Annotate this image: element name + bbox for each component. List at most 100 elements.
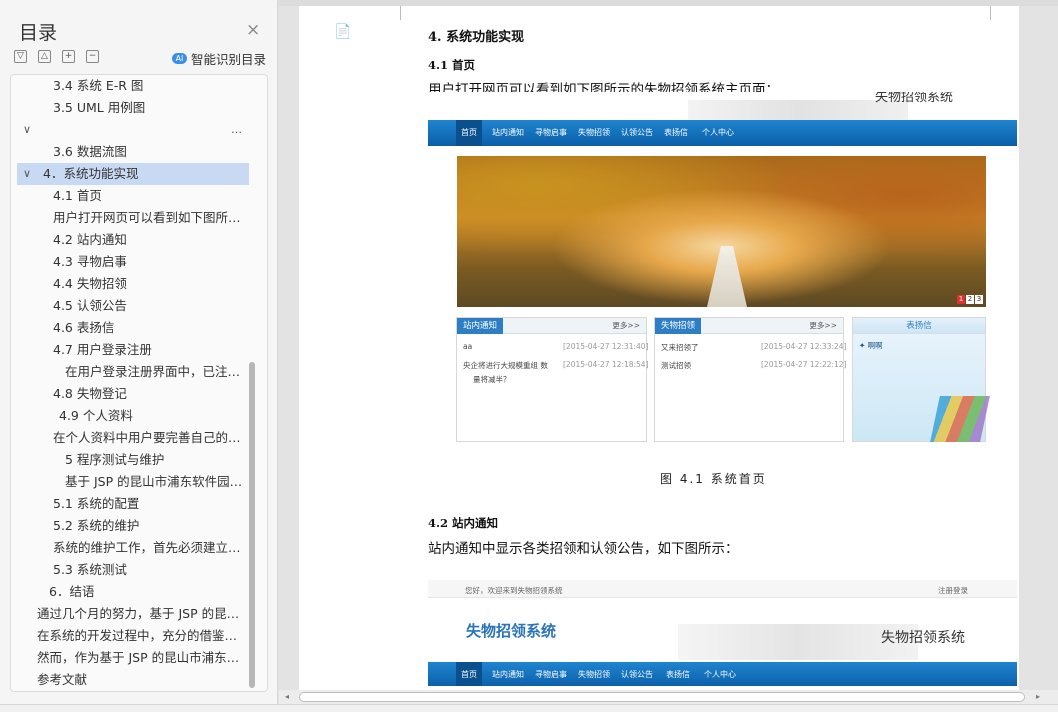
site-topbar: 您好，欢迎来到失物招领系统 注册登录 — [428, 580, 1017, 598]
more-icon[interactable]: … — [231, 123, 242, 136]
toc-item[interactable]: 4.2 站内通知 — [11, 229, 249, 251]
page-margin-mark — [400, 6, 401, 20]
figure-homepage-screenshot: 失物招领系统 首页 站内通知 寻物启事 失物招领 认领公告 表扬信 个人中心 1… — [428, 92, 1017, 444]
panel-row: 又来招领了 — [661, 343, 699, 352]
smart-toc-button[interactable]: AI 智能识别目录 — [172, 49, 266, 68]
panel-row: ✦ 啊啊 — [859, 341, 883, 350]
scroll-right-icon[interactable]: ▸ — [1036, 692, 1040, 701]
figure-caption: 图 4.1 系统首页 — [660, 472, 767, 486]
panel-date: [2015-04-27 12:22:12] — [761, 360, 847, 369]
page-margin-mark — [990, 6, 991, 20]
heading-4-1: 4.1 首页 — [428, 58, 476, 72]
banner-page-indicator: 3 — [975, 295, 983, 304]
collapse-all-icon[interactable]: ▽ — [14, 50, 27, 63]
login-link: 注册登录 — [938, 586, 968, 595]
smart-toc-label: 智能识别目录 — [191, 52, 267, 67]
navigation-pane: 目录 × ▽ △ + − AI 智能识别目录 3.4 系统 E-R 图 3.5 … — [0, 0, 278, 712]
toc-item[interactable]: 在用户登录注册界面中，已注册的用户可以直接登录 — [11, 361, 249, 383]
toc-item[interactable]: 系统的维护工作，首先必须建立完善的维护制度 — [11, 537, 249, 559]
site-nav-item: 个人中心 — [702, 128, 734, 137]
toc-item[interactable]: 5.1 系统的配置 — [11, 493, 249, 515]
panel-tab: 失物招领 — [655, 318, 702, 334]
toc-item[interactable]: 3.4 系统 E-R 图 — [11, 75, 249, 97]
toc-item[interactable]: 4.1 首页 — [11, 185, 249, 207]
toc-item[interactable]: 4.8 失物登记 — [11, 383, 249, 405]
toc-item[interactable]: 4.3 寻物启事 — [11, 251, 249, 273]
banner-page-indicator: 1 — [957, 295, 965, 304]
banner-road — [707, 246, 747, 307]
toc-title: 目录 — [19, 22, 58, 44]
welcome-text: 您好，欢迎来到失物招领系统 — [465, 586, 563, 595]
toc-item[interactable]: 参考文献 — [11, 669, 249, 691]
toc-item[interactable]: 5.2 系统的维护 — [11, 515, 249, 537]
toc-item[interactable]: 4.5 认领公告 — [11, 295, 249, 317]
praise-letter-panel: 表扬信 ✦ 啊啊 — [852, 317, 990, 442]
panel-row: aa — [463, 342, 473, 351]
site-nav-home: 首页 — [456, 662, 482, 686]
heading-4: 4. 系统功能实现 — [428, 30, 525, 45]
site-title: 失物招领系统 — [875, 92, 954, 105]
remove-heading-icon[interactable]: − — [86, 50, 99, 63]
chevron-down-icon[interactable]: ∨ — [23, 167, 31, 180]
toc-item[interactable]: 6．结语 — [11, 581, 249, 603]
site-nav-item: 失物招领 — [578, 670, 610, 679]
panel-row: 测试招领 — [661, 361, 691, 370]
toc-item[interactable]: 4.7 用户登录注册 — [11, 339, 249, 361]
ai-cloud-icon: AI — [172, 53, 187, 64]
toc-item[interactable]: 3.5 UML 用例图 — [11, 97, 249, 119]
panel-header: 表扬信 — [853, 318, 985, 334]
toc-scrollbar[interactable] — [249, 362, 255, 688]
site-nav-item: 表扬信 — [664, 128, 688, 137]
site-nav-item: 个人中心 — [704, 670, 736, 679]
autumn-forest-banner: 1 2 3 — [457, 156, 986, 307]
toc-item[interactable]: 5 程序测试与维护 — [11, 449, 249, 471]
chevron-down-icon[interactable]: ∨ — [23, 123, 31, 136]
expand-up-icon[interactable]: △ — [38, 50, 51, 63]
horizontal-scrollbar-thumb[interactable] — [299, 692, 1025, 702]
toc-list: 3.4 系统 E-R 图 3.5 UML 用例图 ∨ … 3.6 数据流图 4．… — [10, 74, 268, 692]
toc-item[interactable]: 用户打开网页可以看到如下图所示的失物招领系统主页面： — [11, 207, 249, 229]
add-heading-icon[interactable]: + — [62, 50, 75, 63]
panel-header: 失物招领 更多>> — [655, 318, 843, 334]
panel-header: 站内通知 更多>> — [457, 318, 646, 334]
banner-page-indicator: 2 — [966, 295, 974, 304]
panel-date: [2015-04-27 12:18:54] — [563, 360, 649, 369]
close-icon[interactable]: × — [246, 20, 260, 40]
toc-item-active[interactable]: 4．系统功能实现 — [17, 163, 249, 185]
toc-item[interactable]: 在系统的开发过程中，充分的借鉴了他人的经验 — [11, 625, 249, 647]
panel-more: 更多>> — [612, 321, 640, 330]
panel-more: 更多>> — [809, 321, 837, 330]
document-icon[interactable]: 📄 — [334, 24, 351, 40]
site-nav-item: 认领公告 — [621, 128, 653, 137]
toc-item[interactable]: 4.6 表扬信 — [11, 317, 249, 339]
toc-item[interactable]: 4.4 失物招领 — [11, 273, 249, 295]
panel-row: 量将减半？ — [473, 375, 511, 384]
toc-item[interactable]: 3.6 数据流图 — [11, 141, 249, 163]
site-nav-item: 寻物启事 — [535, 128, 567, 137]
lost-found-panel: 失物招领 更多>> 又来招领了 [2015-04-27 12:33:24] 测试… — [654, 317, 847, 442]
site-logo: 失物招领系统 — [466, 622, 557, 640]
toc-item[interactable]: 5.3 系统测试 — [11, 559, 249, 581]
toc-item[interactable]: 然而，作为基于 JSP 的昆山市浦东软件园失物招领系统 — [11, 647, 249, 669]
figure-notice-screenshot: 您好，欢迎来到失物招领系统 注册登录 失物招领系统 失物招领系统 首页 站内通知… — [428, 580, 1017, 686]
site-nav-item: 表扬信 — [666, 670, 690, 679]
site-nav-item: 认领公告 — [621, 670, 653, 679]
notice-panel: 站内通知 更多>> aa [2015-04-27 12:31:40] 央企将进行… — [456, 317, 649, 442]
toc-item[interactable]: 在个人资料中用户要完善自己的个人信息 — [11, 427, 249, 449]
toc-item[interactable]: 通过几个月的努力，基于 JSP 的昆山市浦东软件园失物招领系统 — [11, 603, 249, 625]
site-nav-item: 寻物启事 — [535, 670, 567, 679]
site-nav-bar: 首页 站内通知 寻物启事 失物招领 认领公告 表扬信 个人中心 — [428, 662, 1017, 686]
toc-item[interactable]: 4.9 个人资料 — [11, 405, 249, 427]
toc-item-collapsed[interactable] — [11, 119, 249, 141]
panel-date: [2015-04-27 12:33:24] — [761, 342, 847, 351]
site-nav-bar: 首页 站内通知 寻物启事 失物招领 认领公告 表扬信 个人中心 — [428, 120, 1017, 146]
heading-4-2: 4.2 站内通知 — [428, 516, 499, 530]
site-nav-item: 站内通知 — [492, 128, 524, 137]
scroll-left-icon[interactable]: ◂ — [285, 692, 289, 701]
site-title: 失物招领系统 — [881, 630, 965, 646]
panel-date: [2015-04-27 12:31:40] — [563, 342, 649, 351]
site-nav-home: 首页 — [456, 120, 482, 146]
toc-item[interactable]: 基于 JSP 的昆山市浦东软件园失物招领系统 — [11, 471, 249, 493]
panel-row: 央企将进行大规模重组 数 — [463, 361, 548, 370]
panel-tab: 站内通知 — [457, 318, 504, 334]
